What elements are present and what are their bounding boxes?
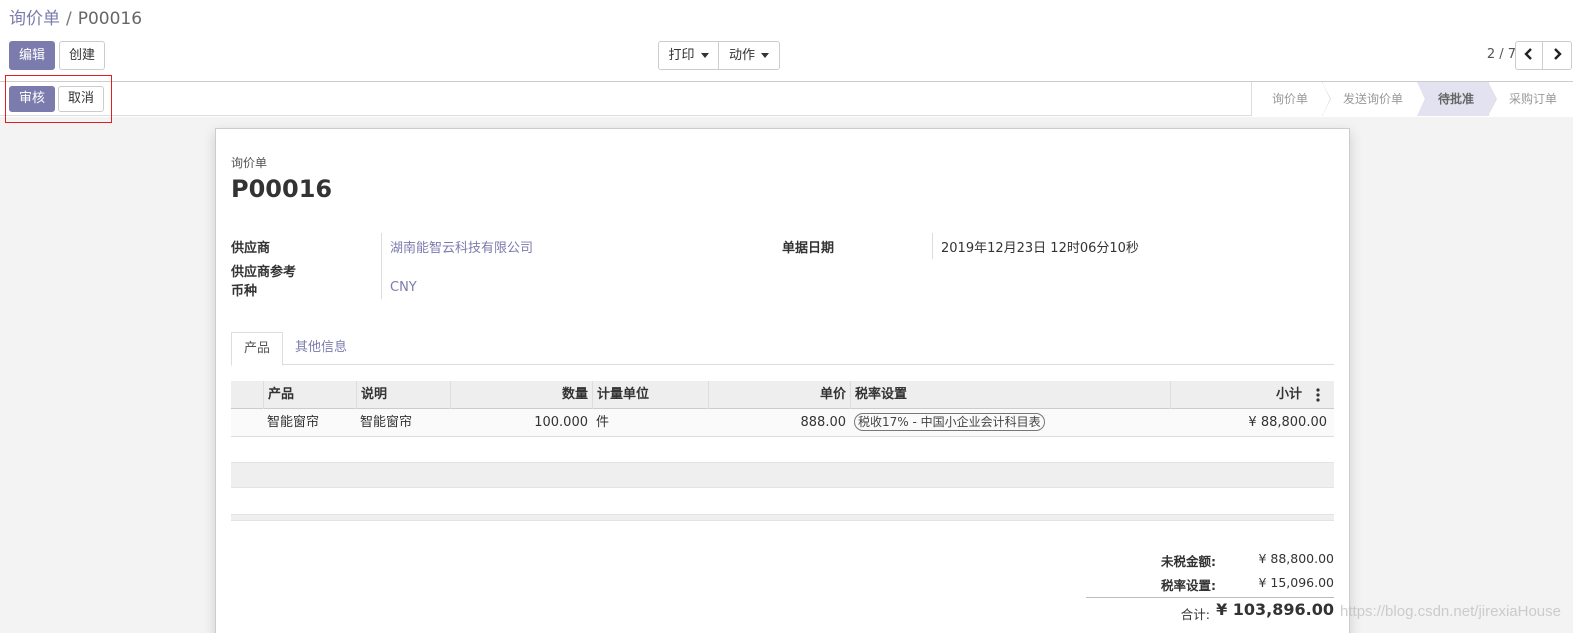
arrow-shape [1321, 82, 1330, 116]
breadcrumb: 询价单 / P00016 [9, 8, 142, 30]
highlight-annotation [5, 75, 112, 123]
table-footer [231, 514, 1334, 521]
cell-uom: 件 [596, 415, 610, 430]
stage-rfq-sent[interactable]: 发送询价单 [1321, 82, 1426, 116]
totals-divider [1086, 597, 1334, 598]
total-label: 合计: [1180, 607, 1210, 622]
column-header-product[interactable]: 产品 [263, 381, 357, 409]
stage-rfq[interactable]: 询价单 [1250, 82, 1331, 116]
caret-down-icon [761, 53, 769, 58]
form-sheet: 询价单 P00016 供应商 湖南能智云科技有限公司 供应商参考 币种 CNY … [215, 128, 1350, 633]
stage-label: 待批准 [1437, 92, 1474, 106]
watermark: https://blog.csdn.net/jirexiaHouse [1340, 603, 1561, 620]
field-divider [932, 233, 933, 259]
notebook-tabs: 产品 其他信息 [231, 332, 1334, 366]
tab-products[interactable]: 产品 [231, 332, 283, 366]
cell-description: 智能窗帘 [360, 415, 413, 430]
chevron-left-icon [1524, 48, 1532, 60]
doc-name: P00016 [231, 175, 333, 203]
column-options-icon[interactable] [1316, 381, 1334, 409]
cell-tax: 税收17% - 中国小企业会计科目表 [850, 409, 1049, 437]
control-panel: 询价单 / P00016 编辑 创建 打印 动作 2 / 7 [0, 0, 1573, 82]
breadcrumb-current: P00016 [77, 9, 143, 29]
currency-label: 币种 [231, 284, 258, 299]
chevron-right-icon [1554, 48, 1562, 60]
column-header-description[interactable]: 说明 [356, 381, 451, 409]
vendor-link[interactable]: 湖南能智云科技有限公司 [390, 237, 533, 256]
field-divider [381, 233, 382, 299]
untaxed-amount-label: 未税金额: [1161, 554, 1216, 569]
date-label: 单据日期 [782, 241, 835, 256]
tax-amount-label: 税率设置: [1161, 578, 1216, 593]
action-label: 动作 [728, 48, 755, 63]
tab-other-info[interactable]: 其他信息 [283, 332, 359, 365]
cell-subtotal: ¥ 88,800.00 [1248, 415, 1327, 430]
vendor-label: 供应商 [231, 241, 271, 256]
cell-unit-price: 888.00 [800, 415, 847, 430]
table-header: 产品 说明 数量 计量单位 单价 税率设置 小计 [231, 381, 1334, 409]
untaxed-amount-value: ¥ 88,800.00 [1258, 551, 1334, 566]
arrow-shape [1416, 82, 1425, 116]
currency-link[interactable]: CNY [390, 280, 417, 295]
print-label: 打印 [668, 48, 695, 63]
arrow-shape [1487, 82, 1496, 116]
stage-label: 发送询价单 [1342, 92, 1403, 106]
stage-label: 询价单 [1271, 92, 1308, 106]
tax-amount-value: ¥ 15,096.00 [1258, 575, 1334, 590]
column-header-unit-price[interactable]: 单价 [708, 381, 850, 409]
date-value: 2019年12月23日 12时06分10秒 [941, 241, 1139, 256]
action-dropdown[interactable]: 动作 [718, 41, 780, 70]
column-header-uom[interactable]: 计量单位 [592, 381, 709, 409]
stage-purchase-order[interactable]: 采购订单 [1487, 82, 1573, 116]
cell-product: 智能窗帘 [267, 415, 320, 430]
edit-button[interactable]: 编辑 [9, 41, 55, 70]
doc-type-label: 询价单 [231, 156, 268, 170]
status-stages: 询价单 发送询价单 待批准 采购订单 [1250, 82, 1573, 116]
tax-badge: 税收17% - 中国小企业会计科目表 [854, 413, 1045, 431]
stage-label: 采购订单 [1508, 92, 1557, 106]
vendor-ref-label: 供应商参考 [231, 265, 297, 280]
column-header-tax[interactable]: 税率设置 [850, 381, 1171, 409]
print-dropdown[interactable]: 打印 [658, 41, 719, 70]
table-empty-row [231, 462, 1334, 488]
table-row[interactable]: 智能窗帘 智能窗帘 100.000 件 888.00 税收17% - 中国小企业… [231, 409, 1334, 437]
breadcrumb-separator: / [66, 9, 72, 29]
cell-quantity: 100.000 [534, 415, 588, 430]
pager-value: 2 / 7 [1486, 47, 1516, 62]
pager-next-button[interactable] [1542, 41, 1572, 70]
column-header-quantity[interactable]: 数量 [450, 381, 592, 409]
breadcrumb-parent-link[interactable]: 询价单 [9, 9, 60, 29]
column-header-subtotal[interactable]: 小计 [1170, 381, 1306, 409]
total-value: ¥ 103,896.00 [1216, 600, 1334, 619]
create-button[interactable]: 创建 [59, 41, 105, 70]
caret-down-icon [700, 53, 709, 58]
vertical-ellipsis-icon [1316, 388, 1320, 402]
stage-to-approve: 待批准 [1416, 82, 1497, 116]
pager-previous-button[interactable] [1515, 41, 1543, 70]
